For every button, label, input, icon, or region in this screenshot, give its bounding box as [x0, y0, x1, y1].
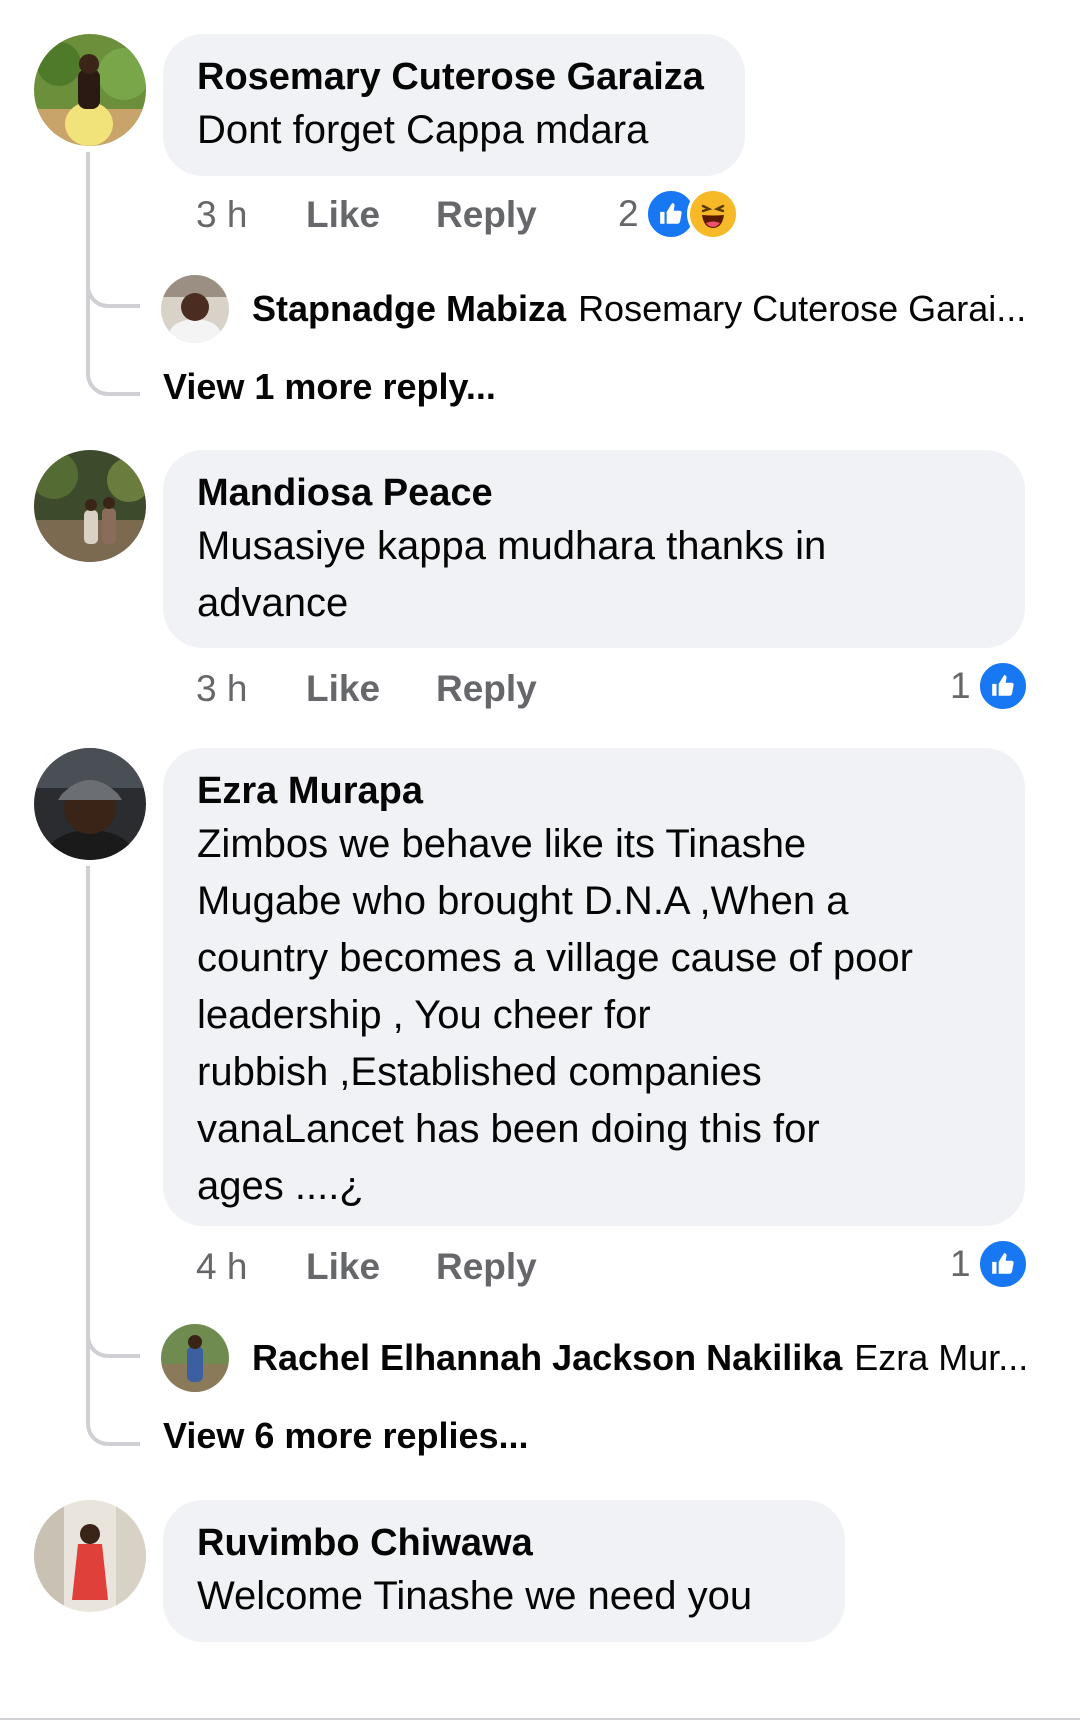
like-icon [976, 660, 1029, 712]
comment-time[interactable]: 3 h [196, 194, 306, 236]
reaction-summary[interactable]: 1 [950, 1238, 1029, 1290]
comment-actions: 3 h Like Reply [196, 190, 537, 240]
reaction-summary[interactable]: 1 [950, 660, 1029, 712]
reply-button[interactable]: Reply [436, 1246, 537, 1288]
avatar[interactable] [161, 1324, 229, 1392]
comment-bubble[interactable]: Ruvimbo Chiwawa Welcome Tinashe we need … [163, 1500, 845, 1642]
divider [0, 1718, 1080, 1720]
comment-time[interactable]: 3 h [196, 668, 306, 710]
comment-text: Welcome Tinashe we need you [197, 1574, 753, 1618]
like-icon [976, 1238, 1029, 1290]
reaction-count: 1 [950, 665, 971, 706]
reply-button[interactable]: Reply [436, 668, 537, 710]
reply-preview[interactable]: Rachel Elhannah Jackson Nakilika Ezra Mu… [252, 1324, 1042, 1392]
reply-author[interactable]: Stapnadge Mabiza [252, 288, 566, 330]
reply-author[interactable]: Rachel Elhannah Jackson Nakilika [252, 1337, 842, 1379]
reaction-summary[interactable]: 2 [618, 188, 739, 240]
comment-bubble[interactable]: Ezra Murapa Zimbos we behave like its Ti… [163, 748, 1025, 1226]
reply-button[interactable]: Reply [436, 194, 537, 236]
view-more-replies-link[interactable]: View 6 more replies... [163, 1411, 529, 1461]
reaction-count: 2 [618, 193, 639, 234]
thread-connector [86, 300, 140, 396]
reply-text: Ezra Mur... [854, 1337, 1029, 1378]
comment-actions: 4 h Like Reply [196, 1242, 537, 1292]
comment-author[interactable]: Ruvimbo Chiwawa [197, 1518, 811, 1568]
like-button[interactable]: Like [306, 194, 436, 236]
comment-bubble[interactable]: Mandiosa Peace Musasiye kappa mudhara th… [163, 450, 1025, 648]
reply-text: Rosemary Cuterose Garai... [578, 288, 1027, 329]
reaction-count: 1 [950, 1243, 971, 1284]
view-more-replies-link[interactable]: View 1 more reply... [163, 362, 496, 412]
comment-text: Zimbos we behave like its Tinashe Mugabe… [197, 822, 913, 1208]
avatar[interactable] [161, 275, 229, 343]
like-button[interactable]: Like [306, 1246, 436, 1288]
avatar[interactable] [34, 1500, 146, 1612]
comment-time[interactable]: 4 h [196, 1246, 306, 1288]
comment-author[interactable]: Ezra Murapa [197, 766, 991, 816]
avatar[interactable] [34, 450, 146, 562]
avatar[interactable] [34, 748, 146, 860]
haha-icon [686, 188, 739, 240]
comment-text: Dont forget Cappa mdara [197, 108, 649, 152]
comment-author[interactable]: Mandiosa Peace [197, 468, 991, 518]
like-button[interactable]: Like [306, 668, 436, 710]
thread-connector [86, 1350, 140, 1446]
comment-bubble[interactable]: Rosemary Cuterose Garaiza Dont forget Ca… [163, 34, 745, 176]
comment-author[interactable]: Rosemary Cuterose Garaiza [197, 52, 711, 102]
thread-line [86, 866, 90, 1356]
comment-actions: 3 h Like Reply [196, 664, 537, 714]
comment-text: Musasiye kappa mudhara thanks in advance [197, 524, 827, 625]
reply-preview[interactable]: Stapnadge Mabiza Rosemary Cuterose Garai… [252, 275, 1042, 343]
avatar[interactable] [34, 34, 146, 146]
